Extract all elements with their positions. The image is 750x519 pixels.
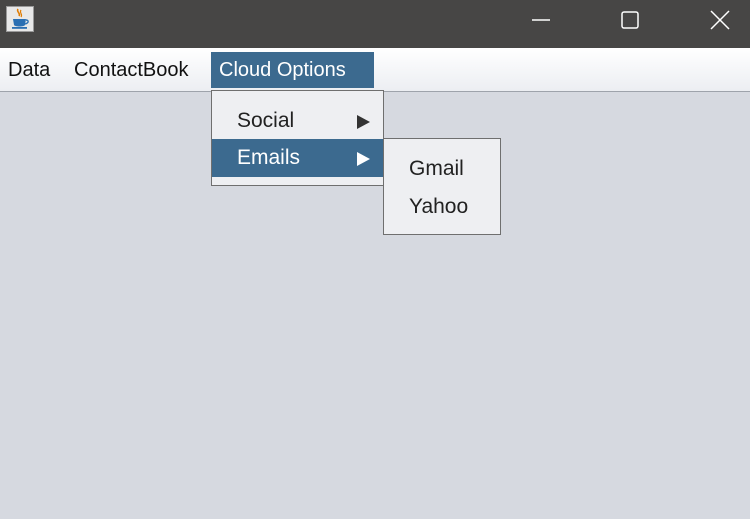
title-bar xyxy=(0,0,750,48)
menu-item-label: Social xyxy=(237,109,295,132)
menu-cloud-options[interactable]: Cloud Options xyxy=(211,52,374,88)
menu-item-label: Emails xyxy=(237,146,301,169)
menu-item-gmail[interactable]: Gmail xyxy=(409,150,464,188)
menu-item-social[interactable]: Social xyxy=(212,102,383,140)
cloud-options-dropdown: Social Emails xyxy=(211,90,384,186)
minimize-button[interactable] xyxy=(509,0,573,40)
close-icon xyxy=(710,10,730,30)
menu-contactbook[interactable]: ContactBook xyxy=(66,52,197,88)
java-coffee-cup-icon xyxy=(6,6,34,32)
minimize-icon xyxy=(532,19,550,21)
menu-item-yahoo[interactable]: Yahoo xyxy=(409,188,468,226)
submenu-arrow-icon xyxy=(357,152,370,166)
menu-bar: Data ContactBook Cloud Options xyxy=(0,48,750,92)
submenu-arrow-icon xyxy=(357,115,370,129)
emails-submenu: Gmail Yahoo xyxy=(383,138,501,235)
maximize-icon xyxy=(621,11,639,29)
menu-item-emails[interactable]: Emails xyxy=(212,139,383,177)
menu-data[interactable]: Data xyxy=(0,52,58,88)
close-button[interactable] xyxy=(688,0,750,40)
maximize-button[interactable] xyxy=(598,0,662,40)
